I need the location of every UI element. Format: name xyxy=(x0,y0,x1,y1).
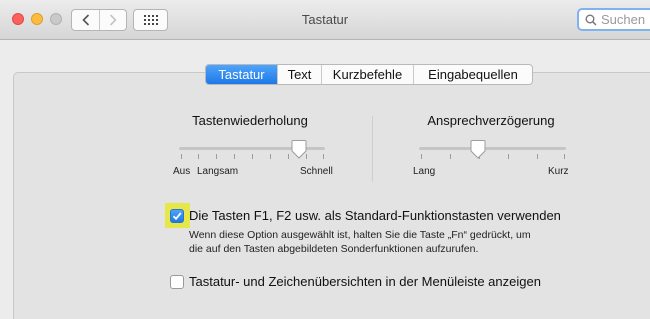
delay-until-repeat-slider-knob[interactable] xyxy=(470,139,486,159)
key-repeat-title: Tastenwiederholung xyxy=(192,113,308,128)
search-input[interactable] xyxy=(601,12,650,27)
tab-kurzbefehle[interactable]: Kurzbefehle xyxy=(321,65,413,84)
key-repeat-label-fast: Schnell xyxy=(300,166,333,177)
fn-keys-description: Wenn diese Option ausgewählt ist, halten… xyxy=(189,228,599,256)
keyboard-viewer-label[interactable]: Tastatur- und Zeichenübersichten in der … xyxy=(189,274,541,289)
fn-keys-checkbox[interactable] xyxy=(170,209,184,223)
tab-tastatur[interactable]: Tastatur xyxy=(206,65,277,84)
keyboard-viewer-checkbox[interactable] xyxy=(170,275,184,289)
fn-keys-description-line2: die auf den Tasten abgebildeten Sonderfu… xyxy=(189,243,479,255)
delay-until-repeat-track[interactable] xyxy=(419,147,566,150)
delay-label-short: Kurz xyxy=(548,166,569,177)
key-repeat-label-slow: Langsam xyxy=(197,166,239,177)
fn-keys-description-line1: Wenn diese Option ausgewählt ist, halten… xyxy=(189,229,531,241)
title-bar: Tastatur xyxy=(0,0,650,40)
tab-eingabequellen[interactable]: Eingabequellen xyxy=(413,65,532,84)
checkmark-icon xyxy=(172,212,182,221)
search-icon xyxy=(585,14,597,26)
window-title: Tastatur xyxy=(301,12,349,27)
key-repeat-label-off: Aus xyxy=(173,166,191,177)
delay-label-long: Lang xyxy=(413,166,436,177)
section-divider xyxy=(372,116,373,182)
delay-until-repeat-title: Ansprechverzögerung xyxy=(427,113,555,128)
search-field[interactable] xyxy=(577,8,650,31)
fn-keys-label[interactable]: Die Tasten F1, F2 usw. als Standard-Funk… xyxy=(189,208,561,223)
tab-bar: Tastatur Text Kurzbefehle Eingabequellen xyxy=(205,64,533,85)
tab-text[interactable]: Text xyxy=(277,65,321,84)
key-repeat-slider-knob[interactable] xyxy=(291,139,307,159)
